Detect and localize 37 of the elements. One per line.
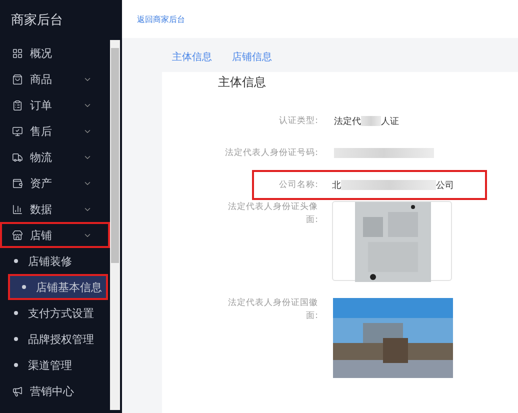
menu-item[interactable]: 概况 [0,40,110,66]
grid-icon [12,48,23,58]
field-value: 人证 [381,116,399,128]
menu-item[interactable]: 营销中心 [0,378,110,404]
field-value: 法定代 [334,116,361,128]
megaphone-icon [12,386,23,396]
submenu-item[interactable]: 店铺装修 [0,248,108,274]
submenu-item[interactable]: 店铺基本信息 [8,274,108,300]
wallet-icon [12,178,23,188]
field-label: 公司名称: [278,178,318,192]
menu-item[interactable]: 店铺 [0,222,110,248]
menu-item[interactable]: 数据 [0,196,110,222]
card-title: 主体信息 [218,74,267,91]
menu-item[interactable]: 售后 [0,118,110,144]
field-label: 法定代表人身份证号码: [224,146,318,160]
field-label: 认证类型: [278,114,318,128]
menu-item[interactable]: 商品 [0,66,110,92]
monitor-icon [12,126,23,136]
blurred-value [361,116,381,126]
field-label: 法定代表人身份证国徽面: [227,297,318,323]
store-icon [12,230,23,240]
scrollbar[interactable] [110,40,120,410]
field-value: 公司 [436,180,454,192]
submenu-item[interactable]: 品牌授权管理 [0,326,108,352]
submenu-item[interactable]: 支付方式设置 [0,300,108,326]
field-value: 北 [332,180,341,192]
list-icon [12,100,23,110]
app-title: 商家后台 [10,12,64,30]
field-label: 法定代表人身份证头像面: [227,201,318,227]
back-link[interactable]: 返回商家后台 [137,14,185,24]
submenu-item[interactable]: 渠道管理 [0,352,108,378]
bar-chart-icon [12,204,23,214]
menu-item[interactable]: 物流 [0,144,110,170]
bag-icon [12,74,23,84]
menu-item[interactable]: 订单 [0,92,110,118]
truck-icon [12,152,23,162]
menu-item[interactable]: 资产 [0,170,110,196]
